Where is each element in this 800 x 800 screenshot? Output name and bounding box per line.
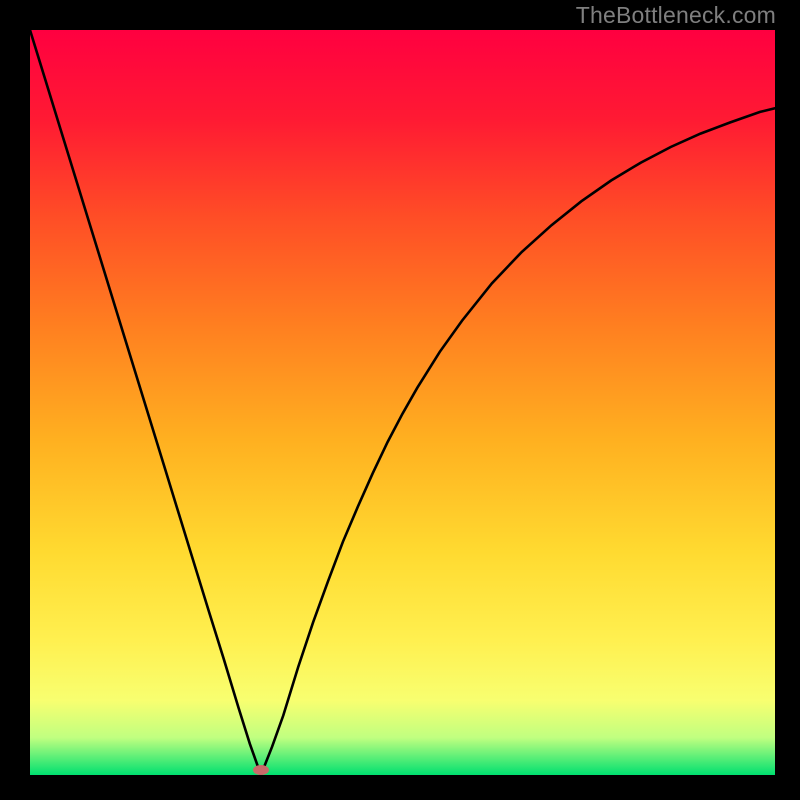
chart-frame: TheBottleneck.com (0, 0, 800, 800)
watermark-text: TheBottleneck.com (576, 2, 776, 29)
bottleneck-chart (0, 0, 800, 800)
optimum-marker (253, 765, 269, 775)
plot-background (30, 30, 775, 775)
